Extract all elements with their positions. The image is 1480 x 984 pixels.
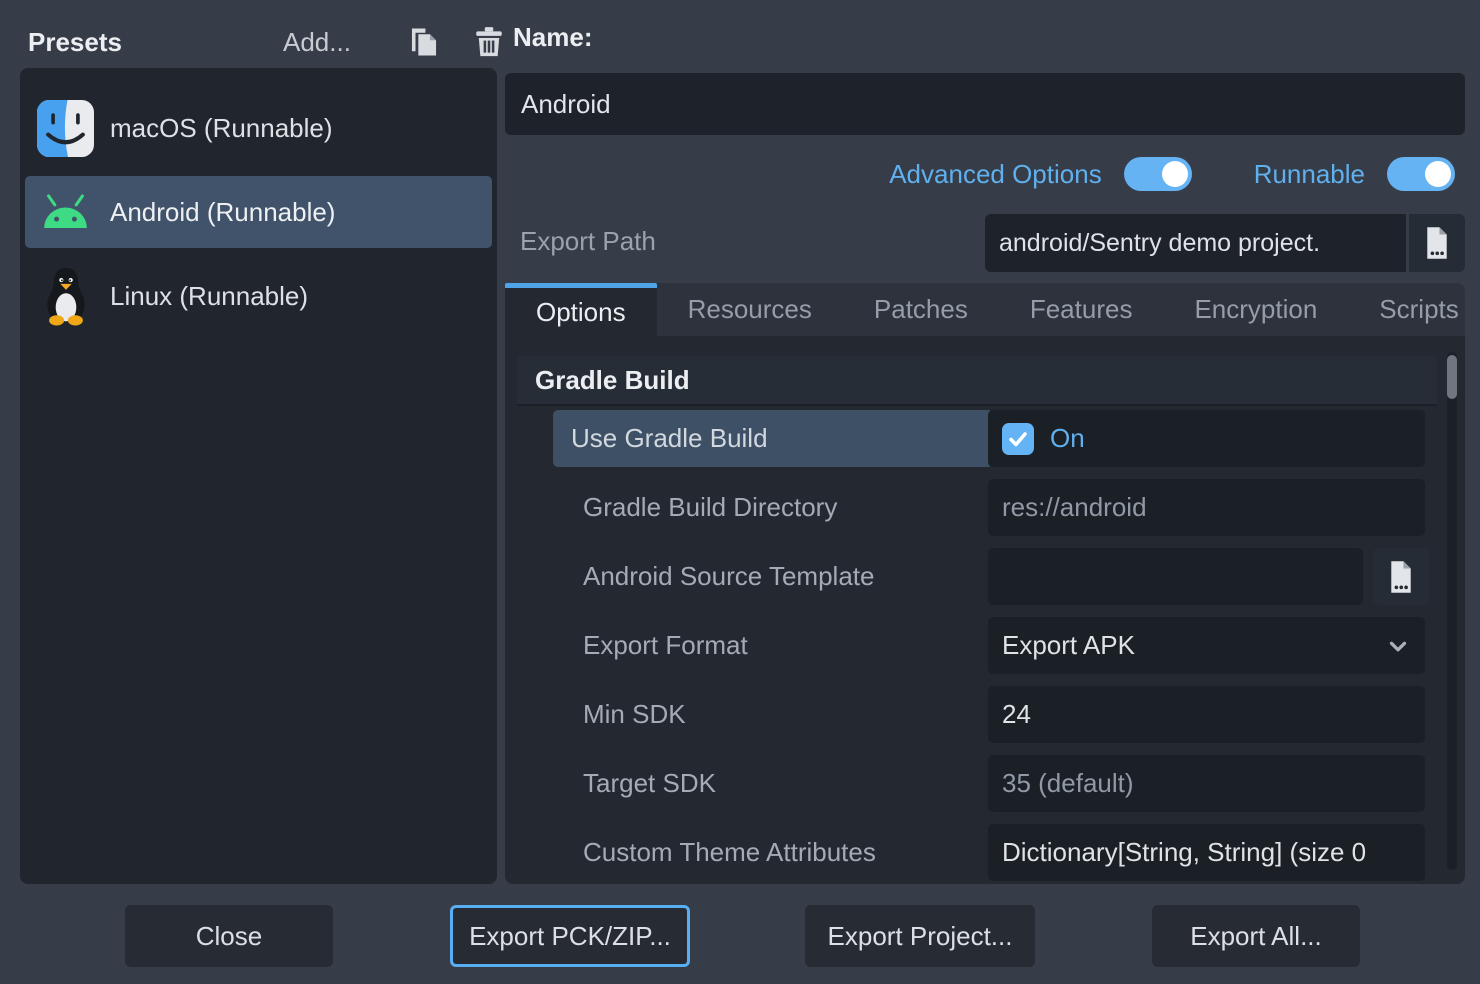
- tab-encryption[interactable]: Encryption: [1163, 283, 1348, 336]
- property-label[interactable]: Android Source Template: [565, 548, 975, 605]
- property-row-min-sdk: Min SDK 24: [517, 686, 1437, 743]
- preset-item-label: Android (Runnable): [110, 197, 335, 228]
- duplicate-preset-button[interactable]: [406, 22, 442, 62]
- export-path-label: Export Path: [520, 226, 656, 257]
- tab-patches[interactable]: Patches: [843, 283, 999, 336]
- gradle-build-directory-value: res://android: [1002, 492, 1147, 523]
- export-path-browse-button[interactable]: [1409, 214, 1465, 272]
- runnable-label: Runnable: [1254, 159, 1365, 190]
- checkbox-checked-icon[interactable]: [1002, 423, 1034, 455]
- property-row-use-gradle-build: Use Gradle Build On: [517, 410, 1437, 467]
- runnable-toggle[interactable]: [1387, 157, 1455, 191]
- tabbar: Options Resources Patches Features Encry…: [505, 283, 1465, 336]
- property-label[interactable]: Custom Theme Attributes: [565, 824, 975, 881]
- preset-name-value: Android: [521, 89, 611, 120]
- tab-features[interactable]: Features: [999, 283, 1164, 336]
- property-row-android-source-template: Android Source Template: [517, 548, 1437, 605]
- file-browse-icon: [1386, 560, 1416, 594]
- export-pck-zip-button[interactable]: Export PCK/ZIP...: [450, 905, 690, 967]
- min-sdk-value: 24: [1002, 699, 1031, 730]
- property-row-gradle-build-directory: Gradle Build Directory res://android: [517, 479, 1437, 536]
- custom-theme-attributes-value[interactable]: Dictionary[String, String] (size 0: [988, 824, 1425, 881]
- macos-finder-icon: [37, 100, 94, 157]
- add-preset-button[interactable]: Add...: [283, 27, 351, 58]
- toggle-knob: [1425, 161, 1451, 187]
- toggles-row: Advanced Options Runnable: [505, 152, 1465, 196]
- tab-scripts[interactable]: Scripts: [1348, 283, 1480, 336]
- toggle-knob: [1162, 161, 1188, 187]
- duplicate-icon: [407, 25, 441, 59]
- tab-options[interactable]: Options: [505, 283, 657, 336]
- export-dialog: Presets Add...: [0, 0, 1480, 984]
- linux-tux-icon: [37, 268, 94, 325]
- file-browse-icon: [1422, 226, 1452, 260]
- advanced-options-label: Advanced Options: [889, 159, 1101, 190]
- property-row-export-format: Export Format Export APK: [517, 617, 1437, 674]
- target-sdk-input[interactable]: 35 (default): [988, 755, 1425, 812]
- trash-icon: [472, 25, 506, 59]
- property-label[interactable]: Gradle Build Directory: [565, 479, 975, 536]
- export-all-button[interactable]: Export All...: [1152, 905, 1360, 967]
- min-sdk-input[interactable]: 24: [988, 686, 1425, 743]
- preset-name-input[interactable]: Android: [505, 73, 1465, 135]
- export-path-input[interactable]: android/Sentry demo project.: [985, 214, 1406, 272]
- preset-item-label: Linux (Runnable): [110, 281, 308, 312]
- property-label[interactable]: Export Format: [565, 617, 975, 674]
- preset-list: macOS (Runnable) Android (Runnable): [20, 68, 497, 884]
- advanced-options-toggle[interactable]: [1124, 157, 1192, 191]
- property-label[interactable]: Target SDK: [565, 755, 975, 812]
- close-button[interactable]: Close: [125, 905, 333, 967]
- use-gradle-build-value[interactable]: On: [988, 410, 1425, 467]
- preset-item-macos[interactable]: macOS (Runnable): [25, 92, 492, 164]
- gradle-build-directory-input[interactable]: res://android: [988, 479, 1425, 536]
- options-panel: Gradle Build Use Gradle Build On Gradle …: [505, 336, 1465, 884]
- android-source-template-input[interactable]: [988, 548, 1363, 605]
- property-label[interactable]: Min SDK: [565, 686, 975, 743]
- name-label: Name:: [513, 22, 592, 53]
- source-template-browse-button[interactable]: [1373, 548, 1429, 605]
- preset-item-android[interactable]: Android (Runnable): [25, 176, 492, 248]
- chevron-down-icon: [1385, 633, 1411, 659]
- export-path-value: android/Sentry demo project.: [999, 229, 1320, 258]
- section-gradle-build[interactable]: Gradle Build: [517, 356, 1437, 406]
- tab-resources[interactable]: Resources: [657, 283, 843, 336]
- android-icon: [37, 184, 94, 241]
- scrollbar-thumb[interactable]: [1447, 355, 1457, 399]
- custom-theme-attributes-text: Dictionary[String, String] (size 0: [1002, 837, 1366, 868]
- property-label[interactable]: Use Gradle Build: [553, 410, 993, 467]
- export-format-dropdown[interactable]: Export APK: [988, 617, 1425, 674]
- checkbox-state-label: On: [1050, 423, 1085, 454]
- preset-item-label: macOS (Runnable): [110, 113, 333, 144]
- preset-item-linux[interactable]: Linux (Runnable): [25, 260, 492, 332]
- presets-header: Presets Add...: [28, 22, 488, 62]
- export-project-button[interactable]: Export Project...: [805, 905, 1035, 967]
- presets-title: Presets: [28, 27, 122, 58]
- options-scrollbar[interactable]: [1447, 352, 1457, 870]
- delete-preset-button[interactable]: [471, 22, 507, 62]
- property-row-custom-theme-attributes: Custom Theme Attributes Dictionary[Strin…: [517, 824, 1437, 881]
- export-format-value: Export APK: [1002, 630, 1135, 661]
- target-sdk-value: 35 (default): [1002, 768, 1134, 799]
- property-row-target-sdk: Target SDK 35 (default): [517, 755, 1437, 812]
